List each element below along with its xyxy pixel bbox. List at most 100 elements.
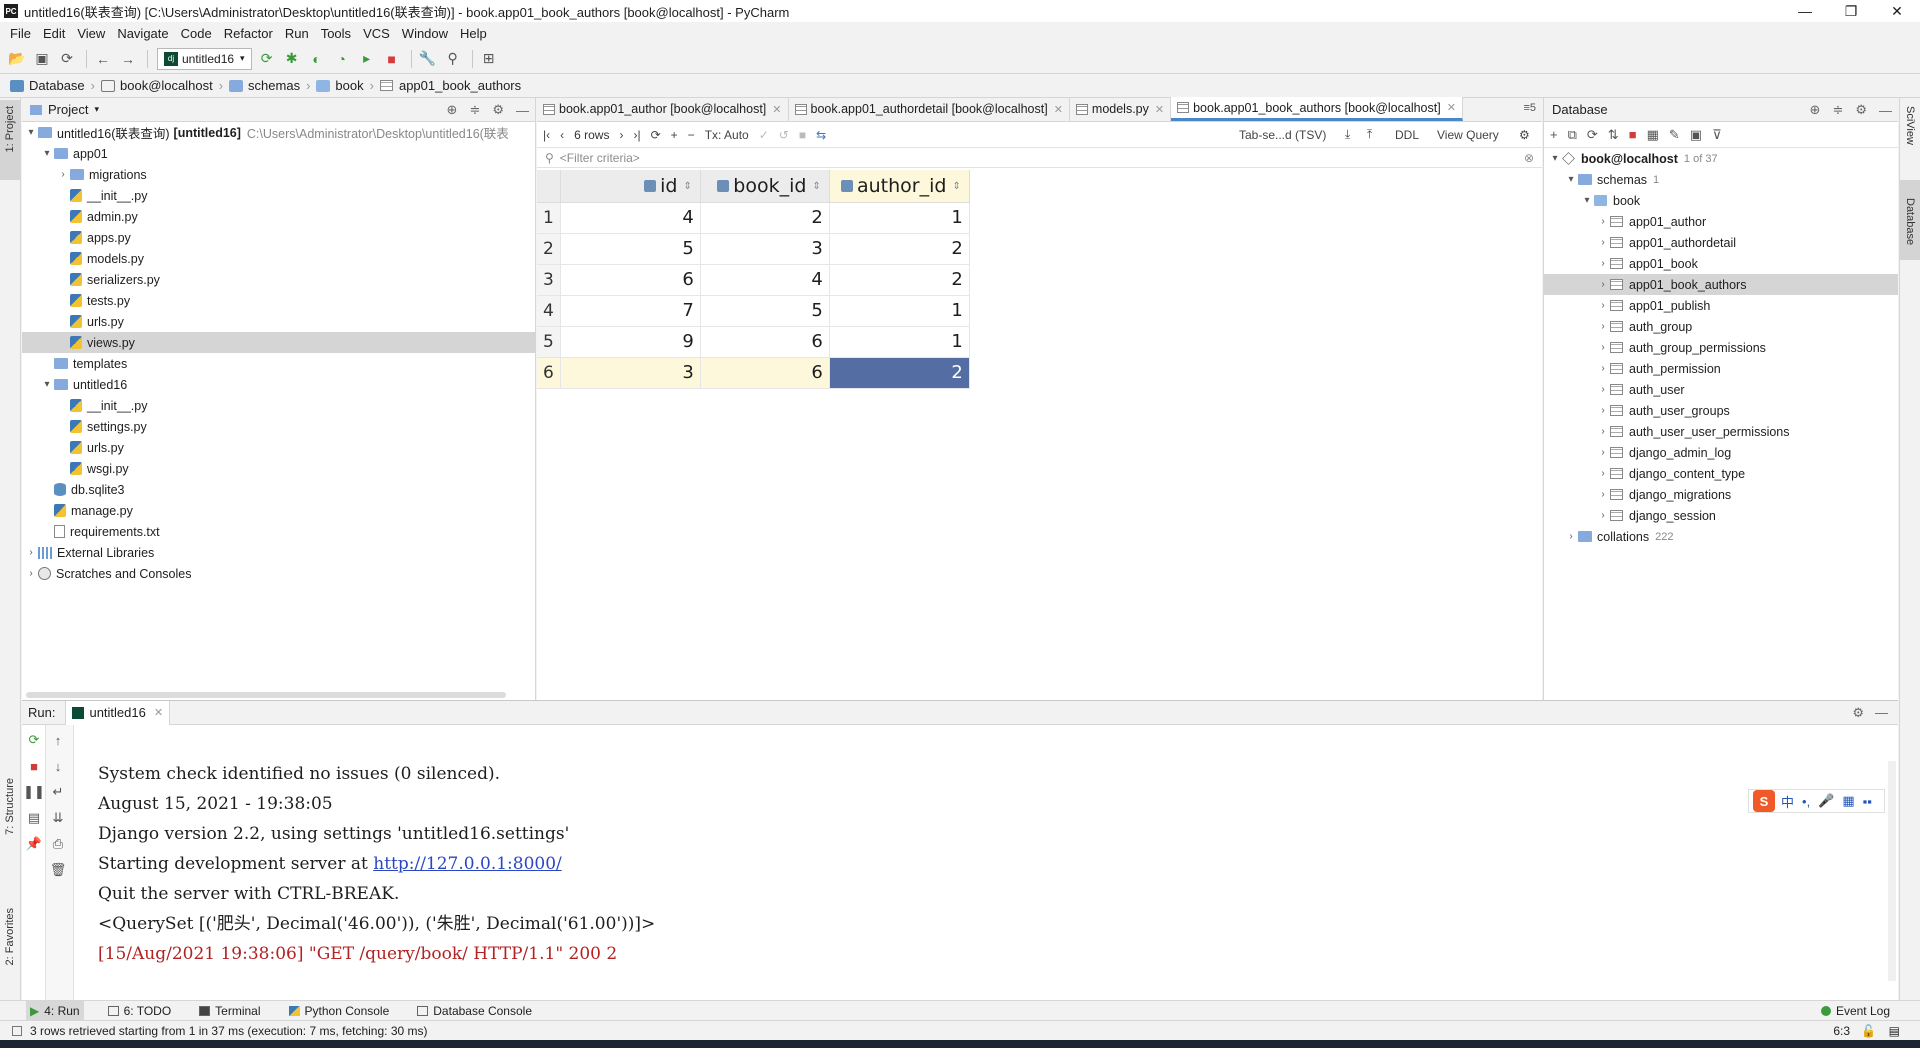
ddl-button[interactable]: DDL bbox=[1395, 128, 1419, 142]
breadcrumb-schema[interactable]: book bbox=[316, 78, 364, 93]
db-tree-item[interactable]: › auth_group_permissions bbox=[1544, 337, 1898, 358]
close-icon[interactable]: ✕ bbox=[1054, 103, 1063, 116]
table-cell[interactable]: 6 bbox=[560, 264, 701, 296]
table-cell[interactable]: 1 bbox=[829, 326, 970, 358]
filter-field[interactable]: ⚲ <Filter criteria> ⊗ bbox=[537, 148, 1542, 168]
soft-wrap-icon[interactable]: ↵ bbox=[46, 781, 70, 803]
sync-icon[interactable]: ⟳ bbox=[56, 48, 78, 70]
menu-navigate[interactable]: Navigate bbox=[111, 26, 174, 41]
add-icon[interactable]: + bbox=[1550, 127, 1558, 142]
coverage-icon[interactable]: ◐ bbox=[306, 48, 328, 70]
editor-tab[interactable]: book.app01_author [book@localhost] ✕ bbox=[537, 97, 789, 121]
db-tree-item[interactable]: › django_content_type bbox=[1544, 463, 1898, 484]
db-tree-item[interactable]: › django_admin_log bbox=[1544, 442, 1898, 463]
stop-icon[interactable]: ■ bbox=[1629, 127, 1637, 142]
table-cell[interactable]: 2 bbox=[829, 233, 970, 265]
db-tree-item[interactable]: › auth_user_groups bbox=[1544, 400, 1898, 421]
tree-item[interactable]: serializers.py bbox=[22, 269, 535, 290]
stop-query-icon[interactable]: ■ bbox=[799, 128, 806, 142]
ime-mode[interactable]: 中 bbox=[1781, 792, 1794, 811]
row-count[interactable]: 6 rows bbox=[574, 128, 609, 142]
menu-help[interactable]: Help bbox=[454, 26, 493, 41]
run-tab[interactable]: untitled16 ✕ bbox=[65, 700, 171, 725]
table-cell[interactable]: 5 bbox=[560, 233, 701, 265]
rerun-icon[interactable]: ⟳ bbox=[256, 48, 278, 70]
gear-icon[interactable]: ⚙ bbox=[1855, 102, 1867, 118]
tree-item[interactable]: templates bbox=[22, 353, 535, 374]
cursor-position[interactable]: 6:3 bbox=[1833, 1024, 1850, 1038]
row-number[interactable]: 3 bbox=[537, 264, 561, 296]
sort-icon[interactable]: ⇕ bbox=[683, 181, 691, 192]
breadcrumb-host[interactable]: book@localhost bbox=[101, 78, 213, 93]
prev-page-icon[interactable]: ‹ bbox=[560, 128, 564, 142]
chevron-down-icon[interactable]: ▾ bbox=[1548, 153, 1562, 164]
trash-icon[interactable]: 🗑 bbox=[46, 859, 70, 881]
chevron-right-icon[interactable]: › bbox=[1596, 237, 1610, 248]
rerun-icon[interactable]: ⟳ bbox=[22, 729, 46, 751]
tree-item[interactable]: manage.py bbox=[22, 500, 535, 521]
menu-code[interactable]: Code bbox=[175, 26, 218, 41]
tree-item[interactable]: › External Libraries bbox=[22, 542, 535, 563]
close-icon[interactable]: ✕ bbox=[154, 706, 163, 719]
tree-item[interactable]: admin.py bbox=[22, 206, 535, 227]
print-icon[interactable]: ⎙ bbox=[46, 833, 70, 855]
tree-item[interactable]: settings.py bbox=[22, 416, 535, 437]
chevron-right-icon[interactable]: › bbox=[1596, 405, 1610, 416]
table-cell[interactable]: 1 bbox=[829, 295, 970, 327]
chevron-right-icon[interactable]: › bbox=[1596, 363, 1610, 374]
tree-item[interactable]: models.py bbox=[22, 248, 535, 269]
breadcrumb-schemas[interactable]: schemas bbox=[229, 78, 300, 93]
menu-edit[interactable]: Edit bbox=[37, 26, 71, 41]
copy-icon[interactable]: ⧉ bbox=[1568, 127, 1577, 143]
ime-toolbar[interactable]: S 中 •, 🎤 ▦ ▪▪ bbox=[1748, 789, 1885, 813]
filter-icon[interactable]: ⊽ bbox=[1712, 127, 1722, 143]
translate-icon[interactable]: ⊞ bbox=[478, 48, 500, 70]
table-row[interactable]: 6362 bbox=[537, 357, 970, 389]
menu-view[interactable]: View bbox=[71, 26, 111, 41]
locate-icon[interactable]: ⊕ bbox=[1810, 102, 1821, 118]
chevron-right-icon[interactable]: › bbox=[1596, 384, 1610, 395]
column-header[interactable]: id ⇕ bbox=[560, 170, 701, 203]
table-cell[interactable]: 2 bbox=[700, 202, 830, 234]
table-row[interactable]: 2532 bbox=[537, 233, 970, 265]
chevron-right-icon[interactable]: › bbox=[1596, 468, 1610, 479]
database-tool-label[interactable]: Database bbox=[1904, 198, 1916, 245]
row-number[interactable]: 6 bbox=[537, 357, 561, 389]
chevron-right-icon[interactable]: › bbox=[1596, 489, 1610, 500]
table-cell[interactable]: 6 bbox=[700, 357, 830, 389]
close-icon[interactable]: ✕ bbox=[772, 103, 781, 116]
back-arrow-icon[interactable]: ← bbox=[92, 48, 114, 70]
chevron-right-icon[interactable]: › bbox=[1596, 258, 1610, 269]
row-number[interactable]: 2 bbox=[537, 233, 561, 265]
tree-item[interactable]: views.py bbox=[22, 332, 535, 353]
close-icon[interactable]: ✕ bbox=[1155, 103, 1164, 116]
editor-tab[interactable]: book.app01_authordetail [book@localhost]… bbox=[789, 97, 1070, 121]
chevron-right-icon[interactable]: › bbox=[1596, 342, 1610, 353]
event-log-tool-tab[interactable]: Event Log bbox=[1820, 1004, 1890, 1018]
column-header[interactable]: book_id ⇕ bbox=[700, 170, 830, 203]
server-url-link[interactable]: http://127.0.0.1:8000/ bbox=[373, 854, 562, 874]
tree-item[interactable]: urls.py bbox=[22, 437, 535, 458]
chevron-down-icon[interactable]: ▾ bbox=[1564, 174, 1578, 185]
tree-item[interactable]: apps.py bbox=[22, 227, 535, 248]
tree-item[interactable]: db.sqlite3 bbox=[22, 479, 535, 500]
chevron-right-icon[interactable]: › bbox=[1596, 216, 1610, 227]
table-view-icon[interactable]: ▦ bbox=[1647, 127, 1659, 143]
row-number[interactable]: 5 bbox=[537, 326, 561, 358]
terminal-tool-tab[interactable]: Terminal bbox=[195, 1001, 264, 1021]
db-tree-item[interactable]: › auth_user bbox=[1544, 379, 1898, 400]
sync-schema-icon[interactable]: ⇅ bbox=[1608, 127, 1619, 143]
pause-icon[interactable]: ❚❚ bbox=[22, 781, 46, 803]
rollback-icon[interactable]: ↺ bbox=[779, 128, 789, 142]
debug-bug-icon[interactable]: ✱ bbox=[281, 48, 303, 70]
table-cell[interactable]: 7 bbox=[560, 295, 701, 327]
editor-tab[interactable]: book.app01_book_authors [book@localhost]… bbox=[1171, 97, 1463, 121]
sciview-tool-label[interactable]: SciView bbox=[1904, 106, 1916, 145]
db-tree-item[interactable]: › auth_group bbox=[1544, 316, 1898, 337]
chevron-right-icon[interactable]: › bbox=[1596, 279, 1610, 290]
memory-icon[interactable]: ▤ bbox=[1889, 1024, 1900, 1038]
table-cell[interactable]: 3 bbox=[700, 233, 830, 265]
ime-menu-icon[interactable]: ▪▪ bbox=[1863, 794, 1872, 809]
structure-tool-label[interactable]: 7: Structure bbox=[4, 778, 16, 835]
collapse-icon[interactable]: ≑ bbox=[1832, 102, 1843, 118]
